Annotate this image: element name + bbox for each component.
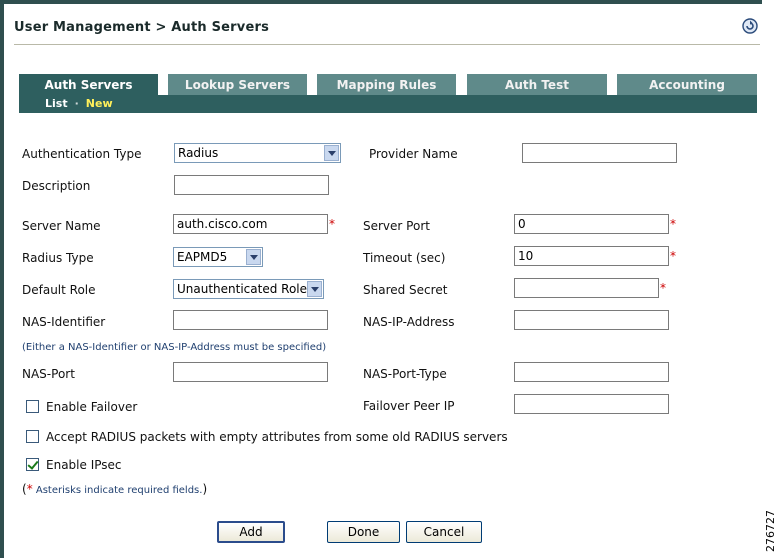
required-marker: * (329, 217, 335, 231)
server-port-input[interactable] (514, 214, 669, 234)
default-role-value: Unauthenticated Role (177, 282, 308, 296)
default-role-label: Default Role (22, 283, 96, 297)
breadcrumb: User Management > Auth Servers (14, 20, 270, 35)
radius-type-select[interactable]: EAPMD5 (173, 247, 263, 267)
nas-ip-address-input[interactable] (514, 310, 669, 330)
failover-peer-ip-input[interactable] (514, 394, 669, 414)
auth-type-label: Authentication Type (22, 147, 142, 161)
nas-port-type-input[interactable] (514, 362, 669, 382)
enable-ipsec-checkbox[interactable] (26, 458, 39, 471)
cancel-button[interactable]: Cancel (406, 521, 482, 543)
shared-secret-input[interactable] (514, 278, 659, 298)
figure-id: 276727 (764, 510, 777, 552)
note-paren-close: ) (202, 482, 208, 496)
description-label: Description (22, 179, 91, 193)
left-border (0, 0, 4, 558)
tab-auth-test[interactable]: Auth Test (467, 74, 607, 95)
subnav-separator: · (74, 97, 79, 110)
nas-port-label: NAS-Port (22, 367, 75, 381)
nas-hint: (Either a NAS-Identifier or NAS-IP-Addre… (22, 342, 327, 353)
auth-type-select[interactable]: Radius (174, 143, 341, 163)
nas-identifier-input[interactable] (173, 310, 328, 330)
tab-accounting[interactable]: Accounting (617, 74, 757, 95)
tab-bar (19, 95, 757, 113)
radius-type-value: EAPMD5 (177, 250, 228, 264)
subnav: List · New (45, 97, 113, 110)
chevron-down-icon (307, 281, 322, 297)
help-circle-arrow-icon[interactable] (742, 18, 758, 34)
server-name-label: Server Name (22, 219, 101, 233)
accept-radius-checkbox[interactable] (26, 430, 39, 443)
nas-identifier-label: NAS-Identifier (22, 315, 106, 329)
note-text: Asterisks indicate required fields. (32, 485, 203, 496)
radius-type-label: Radius Type (22, 251, 94, 265)
tab-auth-servers[interactable]: Auth Servers (19, 74, 158, 95)
add-button[interactable]: Add (217, 521, 285, 543)
default-role-select[interactable]: Unauthenticated Role (173, 279, 324, 299)
timeout-label: Timeout (sec) (363, 251, 446, 265)
auth-type-value: Radius (178, 146, 219, 160)
enable-failover-label[interactable]: Enable Failover (46, 400, 137, 414)
required-marker: * (670, 217, 676, 231)
tab-mapping-rules[interactable]: Mapping Rules (317, 74, 456, 95)
enable-failover-checkbox[interactable] (26, 400, 39, 413)
timeout-input[interactable] (514, 246, 669, 266)
done-button[interactable]: Done (327, 521, 400, 543)
required-fields-note: (* Asterisks indicate required fields.) (22, 482, 207, 496)
subnav-list-link[interactable]: List (45, 97, 68, 110)
shared-secret-label: Shared Secret (363, 283, 448, 297)
provider-name-label: Provider Name (369, 147, 458, 161)
nas-ip-address-label: NAS-IP-Address (363, 315, 455, 329)
required-marker: * (670, 249, 676, 263)
description-input[interactable] (174, 175, 329, 195)
required-marker: * (660, 281, 666, 295)
nas-port-input[interactable] (173, 362, 328, 382)
enable-ipsec-label[interactable]: Enable IPsec (46, 458, 122, 472)
chevron-down-icon (246, 249, 261, 265)
server-port-label: Server Port (363, 219, 430, 233)
accept-radius-label[interactable]: Accept RADIUS packets with empty attribu… (46, 430, 508, 444)
nas-port-type-label: NAS-Port-Type (363, 367, 447, 381)
server-name-input[interactable] (173, 214, 328, 234)
provider-name-input[interactable] (522, 143, 677, 163)
top-border (0, 0, 762, 4)
subnav-new-link[interactable]: New (86, 97, 113, 110)
failover-peer-ip-label: Failover Peer IP (363, 399, 455, 413)
chevron-down-icon (324, 145, 339, 161)
title-divider (14, 44, 760, 45)
tab-lookup-servers[interactable]: Lookup Servers (168, 74, 307, 95)
